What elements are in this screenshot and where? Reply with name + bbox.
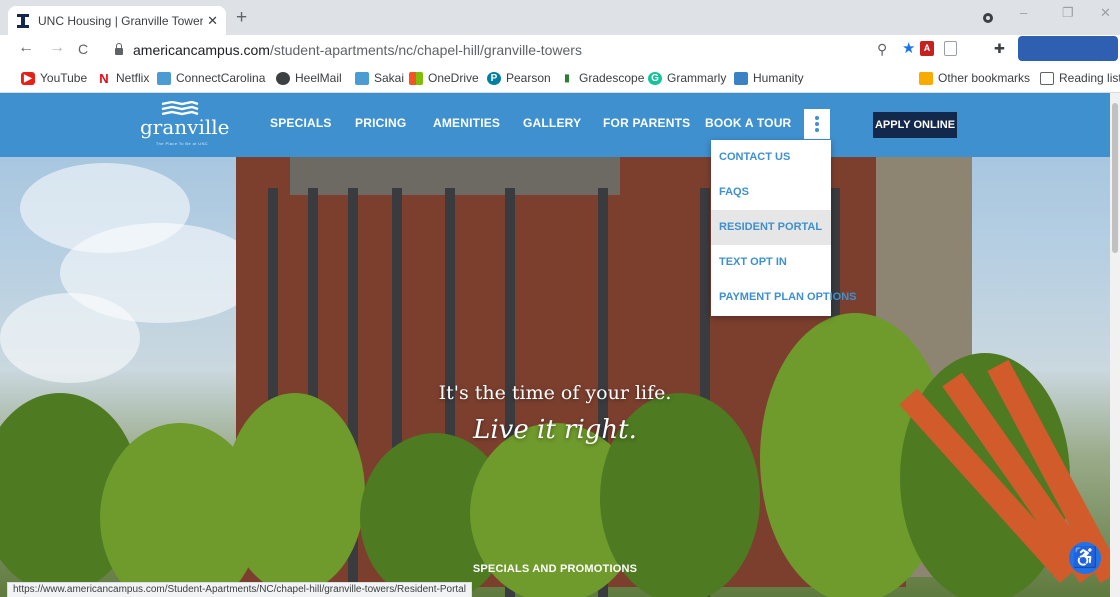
bookmark-onedrive[interactable]: OneDrive xyxy=(409,71,479,85)
nav-specials[interactable]: SPECIALS xyxy=(270,116,332,130)
url-bar[interactable]: americancampus.com/student-apartments/nc… xyxy=(101,38,871,62)
sakai-icon xyxy=(355,71,369,85)
hero-image: It's the time of your life. Live it righ… xyxy=(0,93,1110,597)
browser-tab-strip: UNC Housing | Granville Towers ✕ + – ❐ ✕ xyxy=(0,0,1120,35)
onedrive-icon xyxy=(409,71,423,85)
nav-gallery[interactable]: GALLERY xyxy=(523,116,581,130)
granville-logo[interactable]: granville The Place To Be at UNC xyxy=(140,101,230,151)
profile-button[interactable] xyxy=(1018,36,1118,61)
heelmail-icon xyxy=(276,71,290,85)
tab-close-icon[interactable]: ✕ xyxy=(207,13,218,29)
hero-headline: It's the time of your life. xyxy=(438,382,672,404)
bookmark-sakai[interactable]: Sakai xyxy=(355,71,404,85)
restore-button[interactable]: ❐ xyxy=(1062,5,1074,21)
more-menu-button[interactable] xyxy=(804,109,830,139)
bookmark-grammarly[interactable]: G Grammarly xyxy=(648,71,726,85)
scrollbar-thumb[interactable] xyxy=(1112,103,1118,253)
minimize-button[interactable]: – xyxy=(1020,5,1027,20)
web-page: It's the time of your life. Live it righ… xyxy=(0,93,1120,597)
menu-item-contact-us[interactable]: CONTACT US xyxy=(711,140,831,175)
building-roof xyxy=(290,155,620,195)
bookmark-star-icon[interactable]: ★ xyxy=(902,39,915,57)
menu-item-faqs[interactable]: FAQS xyxy=(711,175,831,210)
bookmark-humanity[interactable]: Humanity xyxy=(734,71,804,85)
lock-icon xyxy=(115,43,123,55)
more-menu-dropdown: CONTACT US FAQS RESIDENT PORTAL TEXT OPT… xyxy=(711,140,857,316)
reload-button[interactable]: C xyxy=(78,41,88,57)
specials-promotions-link[interactable]: SPECIALS AND PROMOTIONS xyxy=(0,563,1110,575)
extensions-icon[interactable]: ✚ xyxy=(994,41,1005,57)
nav-for-parents[interactable]: FOR PARENTS xyxy=(603,116,690,130)
bookmark-connectcarolina[interactable]: ConnectCarolina xyxy=(157,71,265,85)
humanity-icon xyxy=(734,71,748,85)
unc-favicon-icon xyxy=(16,13,30,28)
nav-amenities[interactable]: AMENITIES xyxy=(433,116,500,130)
site-header: granville The Place To Be at UNC SPECIAL… xyxy=(0,93,1110,157)
menu-item-resident-portal[interactable]: RESIDENT PORTAL xyxy=(711,210,831,245)
close-window-button[interactable]: ✕ xyxy=(1100,5,1111,21)
url-host: americancampus.com xyxy=(133,42,270,58)
gradescope-icon: ▮ xyxy=(560,71,574,85)
bookmarks-bar: ▶ YouTube N Netflix ConnectCarolina HeelMa… xyxy=(0,64,1120,93)
zoom-icon[interactable]: ⚲ xyxy=(877,41,887,58)
folder-icon xyxy=(919,71,933,85)
nav-pricing[interactable]: PRICING xyxy=(355,116,406,130)
new-tab-button[interactable]: + xyxy=(236,7,247,29)
browser-tab[interactable]: UNC Housing | Granville Towers ✕ xyxy=(8,6,226,35)
tab-title: UNC Housing | Granville Towers xyxy=(38,13,204,28)
pearson-icon: P xyxy=(487,71,501,85)
logo-wordmark: granville xyxy=(140,115,230,139)
bookmark-gradescope[interactable]: ▮ Gradescope xyxy=(560,71,644,85)
pdf-extension-icon[interactable]: A xyxy=(920,41,934,56)
connectcarolina-icon xyxy=(157,71,171,85)
bookmark-youtube[interactable]: ▶ YouTube xyxy=(21,71,87,85)
reading-list-icon xyxy=(1040,71,1054,85)
chrome-profile-icon[interactable] xyxy=(983,13,993,23)
url-path: /student-apartments/nc/chapel-hill/granv… xyxy=(269,42,582,58)
forward-button[interactable]: → xyxy=(49,39,65,57)
youtube-icon: ▶ xyxy=(21,71,35,85)
menu-item-payment-plan-options[interactable]: PAYMENT PLAN OPTIONS xyxy=(711,280,857,315)
document-extension-icon[interactable] xyxy=(944,41,957,56)
bookmark-other[interactable]: Other bookmarks xyxy=(919,71,1030,85)
status-bar-url: https://www.americancampus.com/Student-A… xyxy=(7,582,472,597)
nav-book-a-tour[interactable]: BOOK A TOUR xyxy=(705,116,791,130)
hero-subheadline: Live it right. xyxy=(473,415,637,445)
cloud xyxy=(0,293,140,383)
apply-online-button[interactable]: APPLY ONLINE xyxy=(873,112,957,138)
bookmark-reading-list[interactable]: Reading list xyxy=(1040,71,1120,85)
netflix-icon: N xyxy=(97,71,111,85)
accessibility-icon[interactable]: ♿ xyxy=(1069,542,1101,574)
grammarly-icon: G xyxy=(648,71,662,85)
menu-item-text-opt-in[interactable]: TEXT OPT IN xyxy=(711,245,831,280)
bookmark-pearson[interactable]: P Pearson xyxy=(487,71,551,85)
logo-tagline: The Place To Be at UNC xyxy=(155,141,209,146)
bookmark-heelmail[interactable]: HeelMail xyxy=(276,71,342,85)
back-button[interactable]: ← xyxy=(18,39,34,57)
bookmark-netflix[interactable]: N Netflix xyxy=(97,71,149,85)
